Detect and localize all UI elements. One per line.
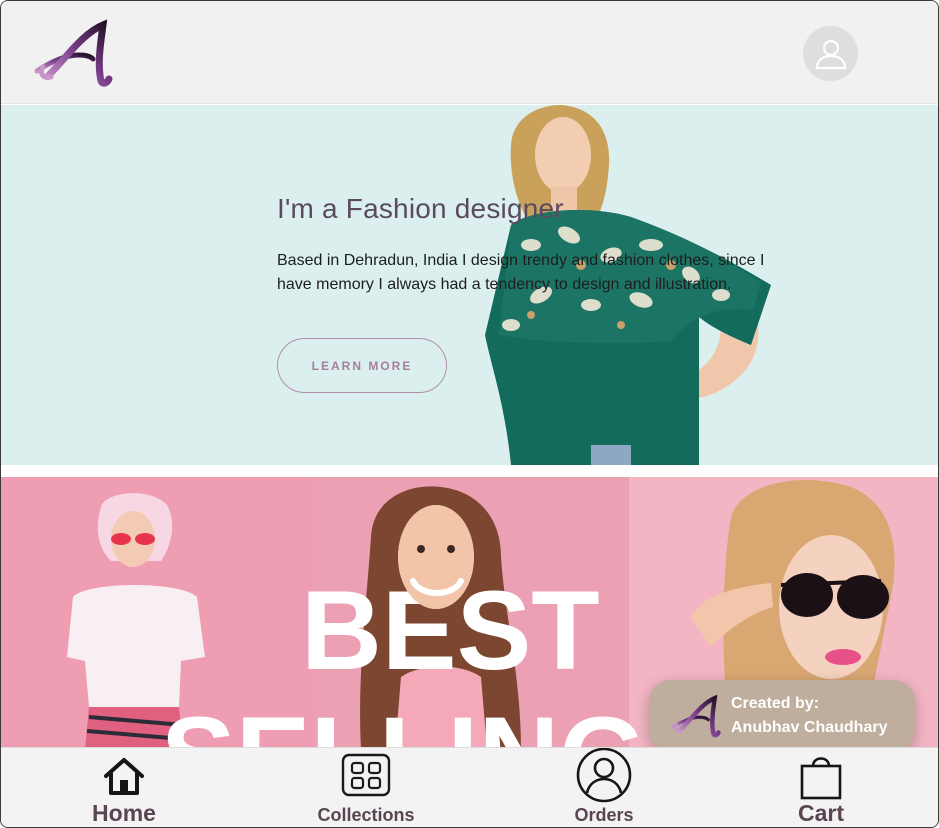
- user-avatar-button[interactable]: [803, 26, 858, 81]
- nav-label-collections: Collections: [317, 805, 415, 825]
- credit-logo-icon: [671, 694, 721, 738]
- banner-text-line2: SELLING: [161, 694, 646, 749]
- user-avatar-icon: [815, 39, 846, 69]
- nav-item-orders[interactable]: Orders: [569, 748, 639, 827]
- orders-icon: [576, 748, 632, 803]
- app-frame: I'm a Fashion designer Based in Dehradun…: [0, 0, 939, 828]
- nav-item-cart[interactable]: Cart: [791, 748, 851, 827]
- nav-label-home: Home: [92, 800, 156, 826]
- bottom-navigation: Home Collections Orders Cart: [1, 747, 938, 827]
- credit-line-2: Anubhav Chaudhary: [731, 719, 888, 736]
- collections-icon: [341, 753, 391, 797]
- section-divider: [1, 465, 938, 477]
- hero-section: I'm a Fashion designer Based in Dehradun…: [1, 105, 938, 465]
- hero-description: Based in Dehradun, India I design trendy…: [277, 252, 765, 293]
- credit-line-1: Created by:: [731, 695, 820, 712]
- credit-text: Created by: Anubhav Chaudhary: [731, 692, 887, 740]
- creator-credit-badge: Created by: Anubhav Chaudhary: [649, 680, 915, 752]
- home-icon: [104, 758, 144, 795]
- nav-label-cart: Cart: [797, 800, 844, 826]
- cart-icon: [800, 757, 842, 800]
- hero-text-block: I'm a Fashion designer Based in Dehradun…: [277, 193, 767, 297]
- nav-label-orders: Orders: [574, 805, 634, 825]
- nav-item-collections[interactable]: Collections: [311, 748, 421, 827]
- learn-more-button[interactable]: LEARN MORE: [277, 338, 447, 393]
- top-header: [1, 1, 938, 104]
- brand-logo[interactable]: [31, 19, 113, 87]
- hero-title: I'm a Fashion designer: [277, 193, 564, 224]
- nav-item-home[interactable]: Home: [87, 748, 161, 827]
